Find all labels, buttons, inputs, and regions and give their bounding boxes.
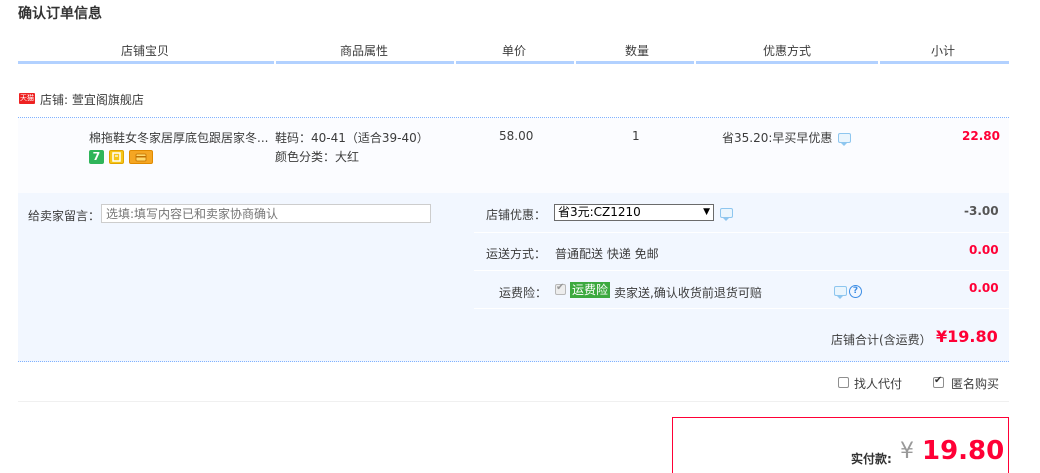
shop-discount-info-icon[interactable] [720,208,733,221]
item-size-attr: 鞋码：40-41（适合39-40） [275,131,429,145]
shipping-label: 运送方式： [486,247,547,261]
insurance-label: 运费险： [499,286,548,300]
col-shop-item: 店铺宝贝 [121,44,170,58]
message-label: 给卖家留言： [28,209,101,223]
page-title: 确认订单信息 [18,6,102,22]
order-options-panel: 给卖家留言： 店铺优惠： 省3元:CZ1210 ▼ -3.00 运送方式： 普通… [18,194,1009,362]
insurance-chat-icon[interactable] [834,286,847,299]
col-quantity: 数量 [625,44,650,58]
payment-currency: ¥ [900,439,914,464]
col-attributes: 商品属性 [340,44,389,58]
insurance-checkbox [555,282,566,295]
proxy-pay-label[interactable]: 找人代付 [854,375,902,392]
credit-card-icon[interactable] [129,150,153,164]
item-discount: 省35.20:早买早优惠 [722,131,833,145]
insurance-tag: 运费险 [570,282,611,298]
shop-total-value: ¥19.80 [936,327,998,346]
shop-name-link[interactable]: 店铺: 萱宜阁旗舰店 [40,91,144,108]
payment-summary-box: 实付款: ¥ 19.80 [672,417,1009,473]
shop-discount-select[interactable]: 省3元:CZ1210 ▼ [554,204,714,221]
shipping-method: 普通配送 快递 免邮 [555,247,659,261]
col-price: 单价 [502,44,527,58]
item-subtotal: 22.80 [962,129,1000,143]
header-separator [454,60,456,64]
shop-discount-amount: -3.00 [964,204,999,218]
anonymous-label[interactable]: 匿名购买 [951,375,999,392]
shipping-amount: 0.00 [969,243,999,257]
discount-info-icon[interactable] [838,133,851,146]
anonymous-checkbox[interactable] [933,375,944,388]
header-separator [574,60,576,64]
shop-total-label: 店铺合计(含运费） [831,333,932,347]
item-title-link[interactable]: 棉拖鞋女冬家居厚底包跟居家冬... [89,129,268,146]
row-divider [474,308,1009,309]
item-quantity: 1 [632,129,640,143]
insurance-amount: 0.00 [969,281,999,295]
shop-discount-label: 店铺优惠： [486,208,547,222]
row-divider [474,232,1009,233]
seven-day-return-icon[interactable]: 7 [89,150,104,164]
message-input[interactable] [101,204,431,223]
header-separator [878,60,880,64]
shop-row: 天猫 店铺: 萱宜阁旗舰店 [18,88,1009,118]
header-separator [274,60,276,64]
column-header: 店铺宝贝 商品属性 单价 数量 优惠方式 小计 [18,38,1009,64]
guarantee-icon[interactable] [109,150,124,164]
payment-total: 19.80 [922,436,1005,466]
tmall-logo-icon: 天猫 [19,93,35,104]
item-price: 58.00 [499,129,534,143]
payment-label: 实付款: [851,452,892,466]
help-icon[interactable]: ? [849,285,862,298]
insurance-description: 卖家送,确认收货前退货可赔 [614,286,762,300]
col-discount: 优惠方式 [763,44,812,58]
col-subtotal: 小计 [931,44,956,58]
proxy-pay-checkbox[interactable] [838,377,849,388]
row-divider [474,270,1009,271]
order-item-row: 棉拖鞋女冬家居厚底包跟居家冬... 7 鞋码：40-41（适合39-40） 颜色… [18,118,1009,194]
item-color-attr: 颜色分类：大红 [275,150,360,164]
purchase-options-row: 找人代付 匿名购买 [18,362,1009,402]
header-separator [694,60,696,64]
shop-discount-selected: 省3元:CZ1210 [558,205,641,219]
dropdown-arrow-icon: ▼ [703,207,710,217]
